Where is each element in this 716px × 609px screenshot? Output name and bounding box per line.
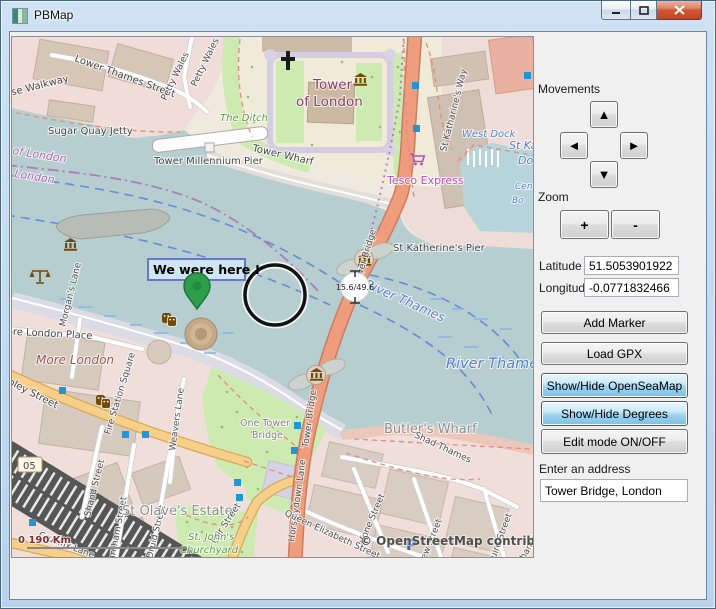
latitude-label: Latitude bbox=[539, 259, 582, 273]
map-label: Churchyard bbox=[180, 545, 239, 556]
edit-handle bbox=[29, 519, 36, 526]
edit-handle bbox=[294, 422, 301, 429]
map-label: Butler's Wharf bbox=[384, 422, 477, 437]
minimize-icon bbox=[611, 6, 621, 15]
load-gpx-button[interactable]: Load GPX bbox=[541, 342, 688, 365]
add-marker-button[interactable]: Add Marker bbox=[541, 311, 688, 334]
map-label: Tesco Express bbox=[386, 174, 464, 187]
app-window: PBMap bbox=[0, 0, 716, 609]
map-label: Docks bbox=[518, 154, 533, 167]
edit-handle bbox=[524, 72, 531, 79]
map-attribution: © OpenStreetMap contributors bbox=[360, 534, 533, 548]
latitude-input[interactable] bbox=[584, 256, 679, 275]
road-shield: 05 bbox=[18, 457, 42, 472]
zoom-label: Zoom bbox=[538, 190, 569, 204]
close-button[interactable] bbox=[657, 1, 702, 20]
map-label: One Tower bbox=[240, 418, 290, 429]
move-right-button[interactable]: ► bbox=[620, 132, 648, 159]
address-label: Enter an address bbox=[539, 462, 630, 476]
close-icon bbox=[674, 5, 685, 15]
move-down-button[interactable]: ▼ bbox=[590, 161, 618, 188]
svg-text:05: 05 bbox=[23, 461, 36, 472]
window-title: PBMap bbox=[34, 8, 73, 22]
edit-handle bbox=[59, 387, 66, 394]
move-up-button[interactable]: ▲ bbox=[590, 101, 618, 128]
zoom-in-button[interactable]: + bbox=[560, 210, 609, 239]
edit-handle bbox=[412, 82, 419, 89]
address-input[interactable] bbox=[540, 479, 688, 502]
scoop-amphitheatre bbox=[185, 318, 217, 350]
edit-handle bbox=[122, 431, 129, 438]
svg-text:15.6/49.6: 15.6/49.6 bbox=[336, 283, 374, 292]
toggle-degrees-button[interactable]: Show/Hide Degrees bbox=[541, 401, 688, 426]
app-icon bbox=[12, 8, 28, 24]
map-label: of London bbox=[296, 94, 363, 110]
edit-handle bbox=[142, 431, 149, 438]
map-label: Cen bbox=[515, 182, 533, 192]
map-canvas[interactable]: 05 use WalkwayLower Thames StreetPetty W… bbox=[11, 36, 534, 558]
map-label: Sugar Quay Jetty bbox=[48, 126, 133, 137]
map-label: St Olave's Estate bbox=[122, 504, 233, 519]
map-label: Tower Millennium Pier bbox=[153, 156, 264, 167]
map-label: Bridge bbox=[252, 430, 283, 441]
edit-handle bbox=[291, 447, 298, 454]
edit-handle bbox=[236, 494, 243, 501]
maximize-icon bbox=[639, 6, 649, 15]
svg-text:0 190 Km: 0 190 Km bbox=[18, 535, 71, 546]
titlebar[interactable]: PBMap bbox=[1, 1, 715, 31]
minimize-button[interactable] bbox=[601, 1, 630, 20]
map-label: St Katherine's Pier bbox=[393, 243, 486, 254]
map-label: The Ditch bbox=[220, 113, 268, 124]
map-label: River Thames bbox=[446, 356, 533, 372]
map-label: Bo bbox=[512, 196, 524, 206]
longitude-input[interactable] bbox=[584, 278, 679, 297]
movements-label: Movements bbox=[538, 82, 600, 96]
edit-handle bbox=[234, 479, 241, 486]
map-label: More London bbox=[36, 353, 114, 367]
svg-text:We were here !: We were here ! bbox=[153, 262, 260, 277]
map-label: St. John's bbox=[188, 532, 234, 543]
edit-mode-button[interactable]: Edit mode ON/OFF bbox=[541, 429, 688, 454]
maximize-button[interactable] bbox=[630, 1, 657, 20]
zoom-out-button[interactable]: - bbox=[611, 210, 660, 239]
map-label: Tower bbox=[312, 77, 353, 93]
edit-handle bbox=[413, 125, 420, 132]
move-left-button[interactable]: ◄ bbox=[560, 132, 588, 159]
map-label: St Katharine Docks bbox=[509, 139, 533, 152]
toggle-openseamap-button[interactable]: Show/Hide OpenSeaMap bbox=[541, 373, 688, 398]
